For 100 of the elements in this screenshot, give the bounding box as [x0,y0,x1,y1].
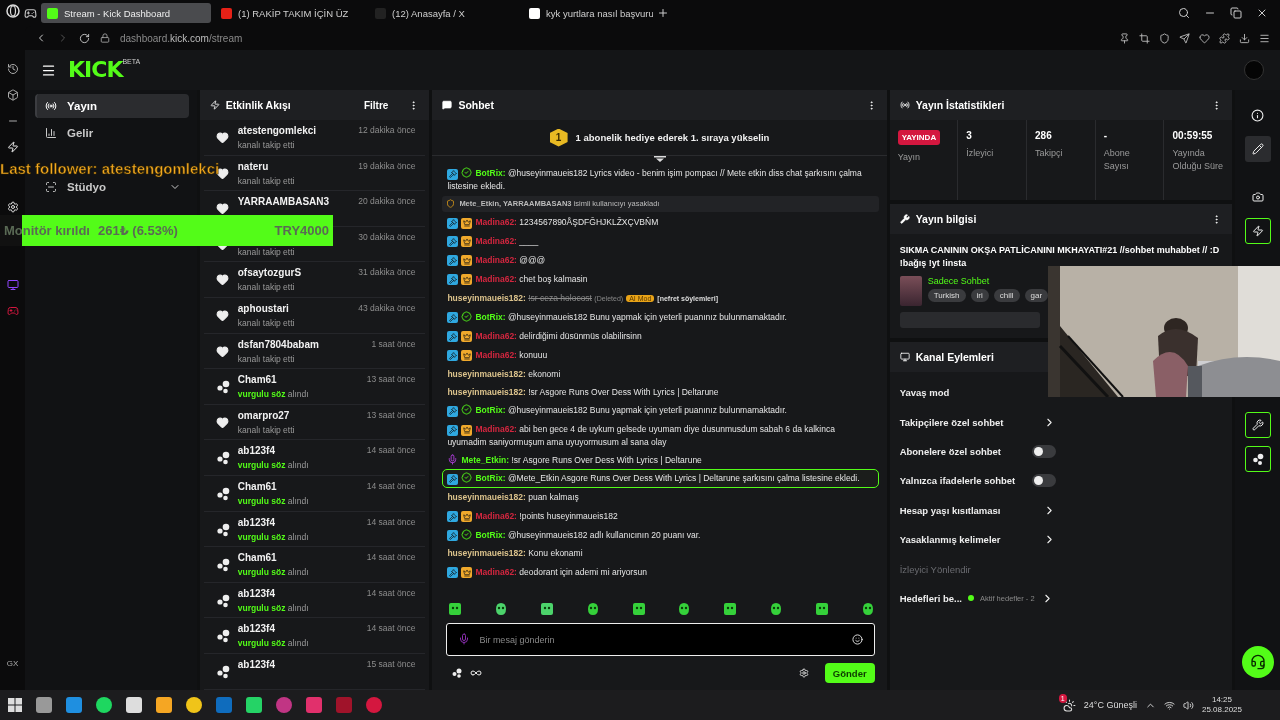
nav-item[interactable]: Yayın [35,94,189,118]
feed-username: aphoustari [237,302,290,314]
browser-tab[interactable]: (1) RAKİP TAKIM İÇİN ÜZ [215,3,365,23]
moderator-badge [447,405,459,417]
stat-value: - [1103,130,1109,141]
taskbar-app-icon[interactable] [186,697,202,713]
rail-label[interactable]: GX [6,659,19,668]
url-field[interactable]: dashboard.kick.com/stream [120,32,243,44]
chat-message: Madina62: ____ [442,231,879,251]
weather-text[interactable]: 24°C Güneşli [1083,700,1137,710]
menu-icon[interactable] [41,62,56,78]
tag[interactable]: iri [970,289,989,302]
microphone-icon[interactable] [458,633,471,645]
emote-icon[interactable] [448,602,463,616]
emote-icon[interactable] [585,602,600,616]
feed-username: Cham61 [237,480,278,492]
close-icon[interactable] [1256,7,1268,19]
nav-item[interactable]: Gelir [35,121,189,145]
points-button[interactable] [1244,446,1271,472]
network-icon[interactable] [1163,699,1175,711]
new-tab-icon[interactable] [657,7,669,19]
tag[interactable]: Turkish [927,289,966,302]
history-icon[interactable] [6,63,19,75]
gamepad-icon[interactable] [24,6,37,20]
download-icon[interactable] [1239,32,1250,44]
chat-message: BotRix: @huseyinmaueis182 Bunu yapmak için yeterli puanınız bulunmamaktadır. [442,401,879,420]
bolt-button[interactable] [1244,218,1271,244]
tag[interactable]: chill [993,289,1020,302]
shield-icon[interactable] [1159,32,1170,44]
points-icon[interactable] [452,668,463,678]
pencil-icon [1251,143,1264,155]
highlighted-message: BotRix: @Mete_Etkin Asgore Runs Over Dess With Lyrics | Deltarune şarkısını çalma listesine ekledi. [442,469,879,489]
restore-icon[interactable] [1230,7,1242,19]
browser-tab[interactable]: Stream - Kick Dashboard [41,3,211,23]
toggle-switch[interactable] [1031,444,1056,458]
stat-label: Yayın [897,151,921,164]
browser-tab[interactable]: kyk yurtlara nasıl başvuru [523,3,653,23]
snapshot-icon[interactable] [1139,32,1150,44]
emote-icon[interactable] [539,602,554,616]
verified-badge [461,310,473,322]
wrench-button[interactable] [1244,412,1271,438]
pin-arrow-icon[interactable] [653,156,666,162]
emote-icon[interactable] [494,602,509,616]
filter-button[interactable]: Filtre [363,99,389,111]
bolt-icon[interactable] [6,141,19,153]
message-field[interactable]: Bir mesaj gönderin [446,623,875,656]
emoji-icon[interactable] [851,634,863,645]
monitor-icon[interactable] [6,279,19,291]
moderator-badge [447,168,459,180]
gear-icon[interactable] [6,201,19,213]
taskbar-app-icon[interactable] [96,697,112,713]
microphone-badge [447,454,459,466]
emote-icon[interactable] [723,602,738,616]
feed-time: 14 saat önce [366,480,416,491]
emote-icon[interactable] [860,602,875,616]
bolt-icon [1251,225,1264,237]
camera-icon [1251,191,1264,203]
points-icon [215,380,230,395]
points-icon [215,451,230,466]
start-icon[interactable] [8,698,22,712]
feed-action: vurgulu söz alındı [237,460,310,471]
crown-badge [461,236,473,248]
extensions-icon[interactable] [1219,32,1230,44]
send-button[interactable]: Gönder [824,663,875,683]
action-label: Yavaş mod [899,387,951,399]
logo[interactable]: KICK [68,59,123,81]
crown-badge [461,274,473,286]
heart-icon [215,273,229,287]
volume-icon[interactable] [1182,699,1194,711]
browser-tab[interactable]: (12) Anasayfa / X [369,3,519,23]
feed-time: 15 saat önce [366,658,416,669]
action-label: Hesap yaşı kısıtlaması [899,504,1002,516]
category-name[interactable]: Sadece Sohbet [927,276,1049,286]
pin-icon[interactable] [1119,32,1130,44]
tag[interactable]: gar [1024,289,1049,302]
action-label: Takipçilere özel sohbet [899,416,1005,428]
feed-action: kanalı takip etti [237,353,296,364]
emote-icon[interactable] [814,602,829,616]
heart-icon[interactable] [1199,32,1210,44]
edit-button[interactable] [1244,136,1271,162]
chat-message: BotRix: @huseyinmaueis182 Lyrics video - benim işim pompacı // Mete etkin diss chat şarkısını çalma listesine ekledi. [446,166,863,193]
heart-icon [215,202,229,216]
settings-icon[interactable] [798,668,809,678]
toggle-switch[interactable] [1031,474,1056,488]
weather-icon[interactable] [1062,698,1076,712]
search-icon[interactable] [1178,7,1190,19]
send-icon[interactable] [1179,32,1190,44]
feed-time: 1 saat önce [371,338,416,349]
emote-icon[interactable] [677,602,692,616]
menu-icon[interactable] [1259,32,1270,44]
support-button[interactable] [1241,646,1274,678]
emote-icon[interactable] [631,602,646,616]
clock[interactable]: 14:25 25.08.2025 [1201,695,1242,715]
emote-icon[interactable] [768,602,783,616]
browser-logo-icon[interactable] [5,4,20,18]
chat-message: huseyinmaueis182: ekonomi [446,367,562,381]
reload-icon[interactable] [79,32,90,44]
chat-message: Madina62: deodorant için ademi mi ariyorsun [442,562,879,582]
box-icon[interactable] [6,89,19,101]
stat-label: Yayında Olduğu Süre [1172,147,1224,173]
